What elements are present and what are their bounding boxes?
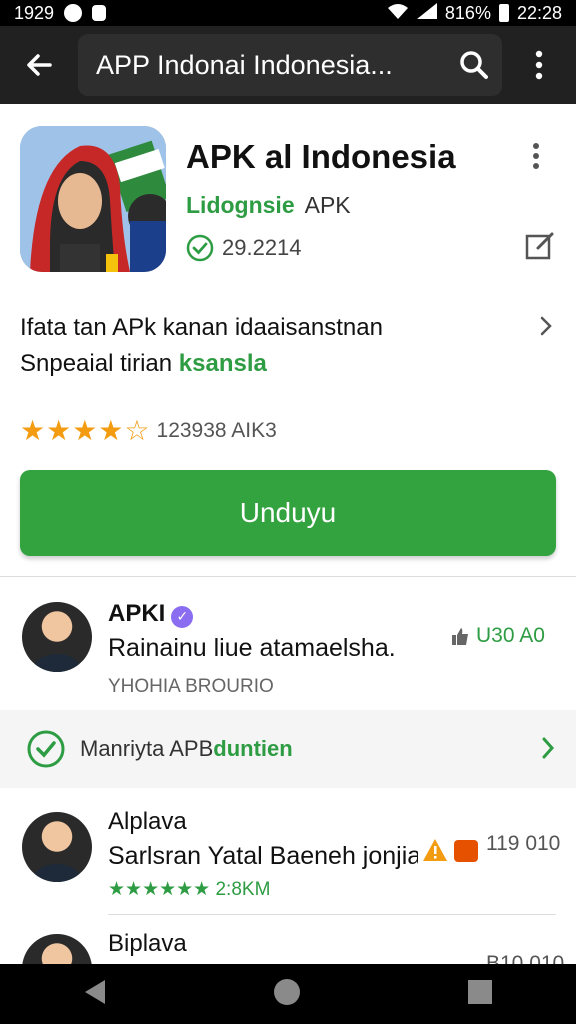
system-nav-bar <box>0 964 576 1024</box>
battery-icon <box>498 4 509 22</box>
developer-suffix: APK <box>304 192 351 218</box>
review-text: Rainainu liue atamaelsha. <box>108 634 396 662</box>
review-count[interactable]: 119 010 <box>486 832 560 856</box>
nav-home-button[interactable] <box>273 978 301 1011</box>
app-rating: ★★★★☆ 123938 AIK3 <box>20 414 277 447</box>
nav-recents-button[interactable] <box>467 979 493 1010</box>
nav-back-button[interactable] <box>83 979 107 1010</box>
nav-home-icon <box>274 978 300 1005</box>
nav-recents-icon <box>468 979 492 1004</box>
app-meta-value: 29.2214 <box>222 235 302 260</box>
promo-chevron[interactable] <box>538 734 558 768</box>
verified-badge-icon: ✓ <box>171 605 194 628</box>
review-name[interactable]: Alplava <box>108 808 187 836</box>
nav-back-icon <box>85 979 105 1004</box>
download-button[interactable]: Unduyu <box>20 470 556 556</box>
back-arrow-icon <box>27 54 52 76</box>
promo-highlight: duntien <box>213 736 293 761</box>
battery-percent: 816% <box>444 2 491 23</box>
promo-text: Manriyta APB <box>80 736 214 761</box>
check-circle-icon <box>186 234 214 262</box>
status-time-right: 22:28 <box>516 2 562 23</box>
flag-icon <box>454 840 478 862</box>
developer-name[interactable]: Lidognsie <box>186 192 295 218</box>
more-vert-icon <box>533 143 539 169</box>
edit-icon <box>525 232 554 260</box>
review-sub: YHOHIA BROURIO <box>108 676 274 697</box>
promo-row[interactable]: Manriyta APB duntien <box>0 710 576 788</box>
app-meta: 29.2214 <box>186 234 302 262</box>
search-button[interactable] <box>446 50 502 80</box>
thumb-icon <box>452 628 468 645</box>
notification-icon <box>64 4 83 22</box>
avatar[interactable] <box>22 812 92 882</box>
search-text: APP Indonai Indonesia... <box>96 49 393 80</box>
wifi-icon <box>387 3 409 24</box>
review-text: Sarlsran Yatal Baeneh jonjia.. <box>108 842 418 870</box>
top-app-bar: APP Indonai Indonesia... <box>0 26 576 104</box>
description-line-2-text: Snpeaial tirian <box>20 350 173 377</box>
app-title: APK al Indonesia <box>186 138 456 175</box>
download-label: Unduyu <box>239 497 337 528</box>
review-name[interactable]: APKI ✓ <box>108 600 194 628</box>
app-developer[interactable]: Lidognsie APK <box>186 192 351 219</box>
app-more-button[interactable] <box>532 142 540 175</box>
description-expand-button[interactable] <box>536 314 556 343</box>
description-line-2: Snpeaial tirian ksansla <box>20 346 520 382</box>
more-vert-icon <box>535 50 543 80</box>
divider <box>0 576 576 577</box>
status-bar: 1929 816% 22:28 <box>0 0 576 26</box>
signal-icon <box>416 2 437 24</box>
divider <box>108 914 556 915</box>
description-highlight: ksansla <box>178 350 267 377</box>
review-name-text: APKI <box>108 600 166 627</box>
check-circle-icon <box>27 730 65 768</box>
chevron-right-icon <box>540 316 552 336</box>
review-name[interactable]: Biplava <box>108 930 187 958</box>
avatar[interactable] <box>22 602 92 672</box>
rating-count: 123938 AIK3 <box>156 418 277 442</box>
status-time-left: 1929 <box>14 2 55 23</box>
description-line-1: Ifata tan APk kanan idaaisanstnan <box>20 314 383 341</box>
review-sub: ★★★★★★ 2:8KM <box>108 879 271 900</box>
rating-stars-icon: ★★★★☆ <box>20 415 151 446</box>
warning-icon <box>422 838 448 867</box>
app-description[interactable]: Ifata tan APk kanan idaaisanstnan Snpeai… <box>20 310 520 382</box>
back-button[interactable] <box>0 26 78 104</box>
chevron-right-icon <box>542 737 555 759</box>
edit-button[interactable] <box>524 230 556 267</box>
app-icon-image[interactable] <box>20 126 166 272</box>
review-count-value: U30 A0 <box>476 624 545 647</box>
search-field[interactable]: APP Indonai Indonesia... <box>78 34 502 96</box>
notification-icon-2 <box>92 5 107 21</box>
overflow-menu-button[interactable] <box>502 26 576 104</box>
search-icon <box>460 51 488 79</box>
review-count[interactable]: U30 A0 <box>450 624 545 648</box>
